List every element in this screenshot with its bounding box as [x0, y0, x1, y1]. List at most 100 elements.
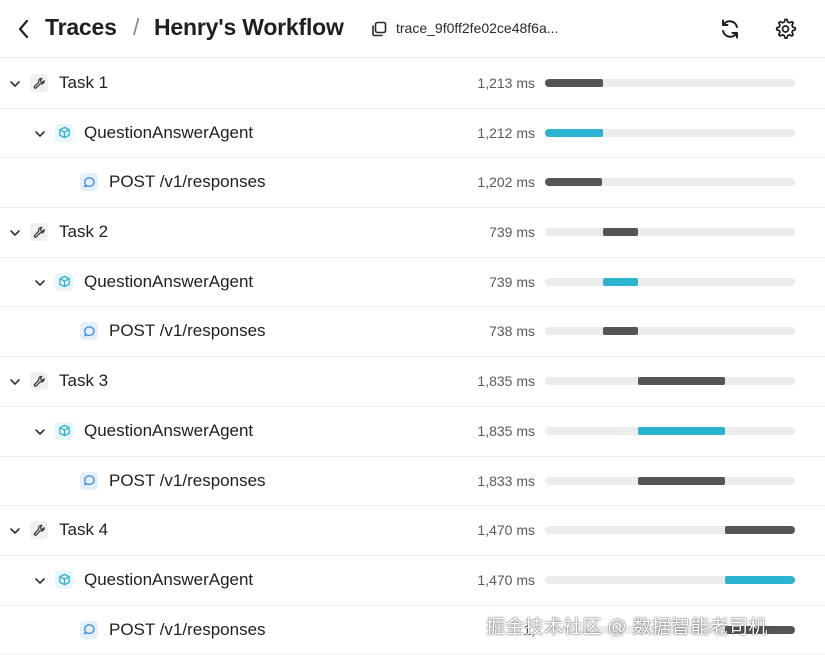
timeline-track [545, 228, 795, 237]
chevron-down-icon[interactable] [33, 127, 47, 141]
cube-icon [58, 574, 70, 586]
timeline-track [545, 79, 795, 87]
cube-icon [58, 425, 70, 437]
chevron-down-icon[interactable] [33, 574, 47, 588]
timeline-track [545, 178, 795, 187]
span-row-agent[interactable]: QuestionAnswerAgent 1,470 ms [0, 556, 825, 606]
timeline-bar [725, 526, 795, 535]
timeline-track [545, 476, 795, 485]
span-duration: 739 ms [489, 224, 535, 241]
timeline-bar [637, 426, 726, 435]
cube-icon [58, 126, 70, 139]
breadcrumb-separator: / [133, 14, 140, 40]
span-row-task[interactable]: Task 1 1,213 ms [0, 59, 825, 109]
refresh-button[interactable] [717, 16, 743, 42]
chat-bubble-icon [83, 326, 95, 337]
span-type-icon [55, 421, 73, 440]
wrench-icon [33, 226, 45, 238]
span-duration: 738 ms [489, 323, 535, 340]
wrench-icon [33, 77, 45, 89]
back-button[interactable] [12, 16, 36, 42]
timeline-track [545, 526, 795, 535]
chevron-left-icon [18, 19, 29, 39]
watermark-text: 掘金技术社区 @ 数据智能老司机 [486, 617, 768, 638]
trace-id-text: trace_9f0ff2fe02ce48f6a... [396, 20, 559, 36]
span-type-icon [55, 570, 73, 589]
span-duration: 1,835 ms [477, 422, 535, 439]
chat-bubble-icon [83, 475, 95, 486]
chevron-down-icon[interactable] [33, 425, 47, 439]
span-duration: 1,833 ms [477, 472, 535, 489]
chat-bubble-icon [83, 177, 95, 188]
cube-icon [58, 275, 70, 288]
span-row-resp[interactable]: POST /v1/responses 1,833 ms [0, 457, 825, 507]
timeline-bar [545, 79, 603, 87]
gear-icon [775, 18, 797, 39]
span-label: QuestionAnswerAgent [84, 420, 254, 440]
page-title: Henry's Workflow [154, 14, 344, 40]
timeline-track [545, 327, 795, 336]
span-duration: 1,835 ms [477, 373, 535, 390]
span-row-agent[interactable]: QuestionAnswerAgent 1,212 ms [0, 109, 825, 159]
timeline-bar [637, 476, 725, 485]
span-duration: 1,212 ms [477, 124, 535, 141]
span-label: Task 1 [59, 73, 109, 92]
span-type-icon [80, 471, 98, 490]
span-duration: 1,470 ms [477, 522, 535, 539]
span-label: QuestionAnswerAgent [84, 271, 254, 291]
trace-span-list: Task 1 1,213 ms QuestionAnswerAgent 1,212 m… [0, 59, 825, 655]
span-type-icon [30, 74, 48, 92]
chevron-down-icon[interactable] [8, 524, 22, 538]
chevron-down-icon[interactable] [33, 276, 47, 290]
timeline-bar [725, 575, 795, 584]
span-row-task[interactable]: Task 4 1,470 ms [0, 506, 825, 556]
span-type-icon [30, 372, 48, 391]
chevron-down-icon[interactable] [8, 226, 22, 240]
span-duration: 1,213 ms [477, 75, 535, 91]
span-label: QuestionAnswerAgent [84, 569, 254, 589]
span-row-task[interactable]: Task 3 1,835 ms [0, 357, 825, 407]
chevron-down-icon[interactable] [8, 375, 22, 389]
timeline-track [545, 377, 795, 386]
timeline-bar [637, 377, 726, 386]
timeline-bar [545, 128, 603, 137]
wrench-icon [33, 524, 45, 536]
span-label: QuestionAnswerAgent [84, 122, 254, 142]
timeline-bar [602, 327, 638, 336]
span-type-icon [80, 173, 98, 192]
timeline-track [545, 575, 795, 584]
span-label: POST /v1/responses [109, 470, 266, 490]
span-duration: 739 ms [489, 273, 535, 290]
breadcrumb-traces-link[interactable]: Traces [45, 14, 117, 41]
span-label: POST /v1/responses [109, 321, 266, 341]
span-duration: 1,202 ms [477, 174, 535, 191]
timeline-bar [545, 178, 603, 187]
span-type-icon [55, 272, 73, 291]
span-label: Task 4 [59, 520, 109, 540]
span-label: Task 2 [59, 222, 109, 242]
wrench-icon [33, 375, 45, 387]
chevron-down-icon[interactable] [8, 77, 22, 91]
span-type-icon [55, 123, 73, 142]
timeline-bar [602, 277, 638, 286]
span-row-agent[interactable]: QuestionAnswerAgent 739 ms [0, 258, 825, 308]
span-label: POST /v1/responses [109, 619, 266, 639]
span-label: Task 3 [59, 371, 109, 391]
timeline-bar [602, 228, 638, 237]
refresh-icon [722, 19, 738, 39]
copy-icon [372, 21, 387, 37]
settings-button[interactable] [772, 16, 798, 42]
span-duration: 1,470 ms [477, 571, 535, 588]
chat-bubble-icon [83, 624, 95, 635]
header-bar: Traces / Henry's Workflow trace_9f0ff2fe… [0, 0, 825, 58]
timeline-track [545, 128, 795, 137]
span-label: POST /v1/responses [109, 172, 266, 192]
span-row-agent[interactable]: QuestionAnswerAgent 1,835 ms [0, 407, 825, 457]
span-type-icon [30, 521, 48, 540]
timeline-track [545, 277, 795, 286]
span-row-resp[interactable]: POST /v1/responses 1,202 ms [0, 158, 825, 209]
span-type-icon [80, 322, 98, 341]
span-row-resp[interactable]: POST /v1/responses 738 ms [0, 307, 825, 358]
span-type-icon [30, 223, 48, 242]
span-row-task[interactable]: Task 2 739 ms [0, 208, 825, 258]
